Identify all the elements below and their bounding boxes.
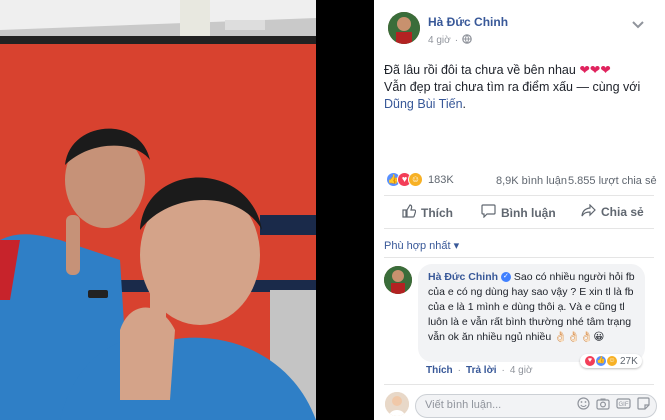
share-icon: [581, 203, 596, 220]
photo-illustration: [0, 0, 316, 420]
comment-filter-dropdown[interactable]: Phù hợp nhất ▾: [384, 239, 459, 252]
share-count[interactable]: 5.855 lượt chia sẻ: [568, 175, 657, 187]
comment-icon: [481, 204, 496, 221]
post-options-chevron-down-icon[interactable]: [632, 16, 644, 34]
caption-line2: Vẫn đẹp trai chưa tìm ra điểm xấu — cùng…: [384, 80, 641, 94]
haha-reaction-icon: ☺: [606, 355, 618, 367]
globe-icon: [462, 34, 472, 47]
reaction-count: 183K: [428, 173, 454, 186]
comment-label: Bình luận: [501, 205, 556, 220]
like-icon: [402, 204, 417, 221]
share-button[interactable]: Chia sẻ: [581, 203, 644, 220]
divider: [384, 195, 654, 196]
like-button[interactable]: Thích: [402, 204, 453, 221]
caption-tag-suffix: .: [462, 97, 467, 111]
comment-actions: Thích · Trả lời · 4 giờ: [426, 365, 533, 376]
comment-time[interactable]: 4 giờ: [510, 365, 533, 376]
sticker-icon[interactable]: [637, 397, 650, 415]
comment-body: Hà Đức Chinh ✓ Sao có nhiều người hỏi fb…: [428, 270, 642, 345]
like-label: Thích: [421, 205, 453, 220]
svg-text:GIF: GIF: [619, 402, 629, 408]
composer-tools: GIF: [577, 397, 650, 415]
verified-icon: ✓: [500, 272, 511, 283]
gif-icon[interactable]: GIF: [616, 397, 631, 415]
comment-count[interactable]: 8,9K bình luận: [496, 175, 567, 187]
post-meta: 4 giờ ·: [428, 34, 472, 47]
viewer-avatar: [385, 392, 409, 416]
camera-icon[interactable]: [596, 397, 610, 415]
comment-filter-label: Phù hợp nhất: [384, 240, 451, 252]
divider: [384, 257, 654, 258]
divider: [384, 384, 654, 385]
comment-button[interactable]: Bình luận: [481, 204, 556, 221]
divider: [384, 228, 654, 229]
photo-viewer-gutter: [316, 0, 374, 420]
comment-reply-link[interactable]: Trả lời: [466, 365, 496, 376]
author-avatar[interactable]: [388, 12, 420, 44]
share-label: Chia sẻ: [601, 205, 644, 219]
commenter-avatar[interactable]: [384, 266, 412, 294]
comment-emoji: 👌🏻👌🏻👌🏻😀: [554, 331, 605, 343]
comment-input-placeholder: Viết bình luận...: [425, 399, 502, 411]
comment-reactions[interactable]: ♥ 👍 ☺ 27K: [580, 354, 642, 368]
reaction-summary[interactable]: 👍 ♥ ☺ 183K: [386, 172, 454, 187]
commenter-name[interactable]: Hà Đức Chinh: [428, 271, 498, 283]
post-photo[interactable]: [0, 0, 316, 420]
author-name[interactable]: Hà Đức Chinh: [428, 15, 508, 29]
comment-reaction-count: 27K: [620, 355, 638, 367]
haha-reaction-icon: ☺: [408, 172, 423, 187]
tagged-user-link[interactable]: Dũng Bùi Tiến: [384, 97, 463, 111]
caption-hearts: ❤❤❤: [579, 63, 611, 77]
emoji-icon[interactable]: [577, 397, 590, 415]
caption-line1: Đã lâu rồi đôi ta chưa về bên nhau: [384, 63, 576, 77]
post-time[interactable]: 4 giờ: [428, 35, 451, 46]
post-caption: Đã lâu rồi đôi ta chưa về bên nhau ❤❤❤ V…: [384, 62, 654, 113]
chevron-down-icon: ▾: [453, 240, 460, 252]
comment-like-link[interactable]: Thích: [426, 365, 453, 376]
